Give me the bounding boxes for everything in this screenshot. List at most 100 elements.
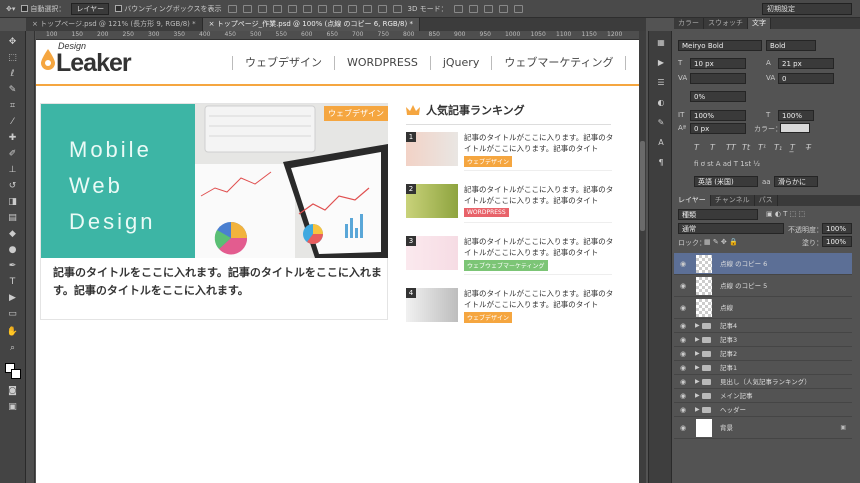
brush-panel-icon[interactable]: ✎ xyxy=(656,119,666,127)
nav-item-web-marketing[interactable]: ウェブマーケティング xyxy=(491,56,627,70)
ranking-tag[interactable]: ウェブデザイン xyxy=(464,312,513,323)
tsume-field[interactable]: 0% xyxy=(690,91,746,102)
align-right-icon[interactable] xyxy=(302,4,312,13)
layer-row[interactable]: ◉ ▶ 記事3 xyxy=(674,333,852,347)
horizontal-scale-field[interactable]: 100% xyxy=(778,110,814,121)
vertical-scale-field[interactable]: 100% xyxy=(690,110,746,121)
expand-triangle-icon[interactable]: ▶ xyxy=(695,403,700,417)
layer-select-dropdown[interactable]: レイヤー xyxy=(71,2,110,15)
tab-document-1[interactable]: × トップページ.psd @ 121% (長方形 9, RGB/8) * xyxy=(26,18,203,31)
expand-triangle-icon[interactable]: ▶ xyxy=(695,389,700,403)
layer-row[interactable]: ◉ 背景 ▣ xyxy=(674,417,852,439)
underline-icon[interactable]: T̲ xyxy=(790,143,795,152)
expand-triangle-icon[interactable]: ▶ xyxy=(695,347,700,361)
align-bottom-icon[interactable] xyxy=(257,4,267,13)
distribute-bottom-icon[interactable] xyxy=(347,4,357,13)
visibility-eye-icon[interactable]: ◉ xyxy=(680,319,686,333)
dodge-tool-icon[interactable]: ● xyxy=(6,245,19,256)
expand-triangle-icon[interactable]: ▶ xyxy=(695,319,700,333)
blur-tool-icon[interactable]: ◆ xyxy=(6,229,19,240)
faux-italic-icon[interactable]: T xyxy=(710,143,715,152)
expand-triangle-icon[interactable]: ▶ xyxy=(695,333,700,347)
ranking-tag[interactable]: ウェブウェブマーケティング xyxy=(464,260,548,271)
nav-item-web-design[interactable]: ウェブデザイン xyxy=(232,56,334,70)
all-caps-icon[interactable]: TT xyxy=(726,143,736,152)
background-color-swatch[interactable] xyxy=(11,369,21,379)
visibility-eye-icon[interactable]: ◉ xyxy=(680,275,686,297)
canvas-scrollbar[interactable] xyxy=(639,31,646,483)
subscript-icon[interactable]: T₁ xyxy=(774,143,782,152)
crop-tool-icon[interactable]: ⌗ xyxy=(6,101,19,112)
layer-row[interactable]: ◉ ▶ 記事4 xyxy=(674,319,852,333)
layer-row[interactable]: ◉ 点線 xyxy=(674,297,852,319)
layer-row[interactable]: ◉ ▶ 記事2 xyxy=(674,347,852,361)
ranking-tag[interactable]: WORDPRESS xyxy=(464,208,509,217)
quick-mask-icon[interactable]: ◙ xyxy=(6,386,19,397)
scrollbar-thumb[interactable] xyxy=(640,141,645,231)
slide-3d-icon[interactable] xyxy=(498,4,508,13)
tab-document-2[interactable]: × トップページ_作業.psd @ 100% (点線 のコピー 6, RGB/8… xyxy=(202,18,420,31)
zoom-tool-icon[interactable]: ⌕ xyxy=(6,343,19,354)
ranking-tag[interactable]: ウェブデザイン xyxy=(464,156,513,167)
type-tool-icon[interactable]: T xyxy=(6,277,19,288)
filter-icons[interactable]: ▣ ◐ T ⬚ ⬚ xyxy=(766,210,805,218)
ranking-item-4[interactable]: 4 記事のタイトルがここに入ります。記事のタイトルがここに入ります。記事のタイト… xyxy=(406,288,616,328)
gradient-tool-icon[interactable]: ▤ xyxy=(6,213,19,224)
nav-item-jquery[interactable]: jQuery xyxy=(429,56,492,70)
visibility-eye-icon[interactable]: ◉ xyxy=(680,347,686,361)
layer-row[interactable]: ◉ ▶ 見出し（人気記事ランキング） xyxy=(674,375,852,389)
move-tool-icon[interactable]: ✥▾ xyxy=(6,5,15,13)
shape-tool-icon[interactable]: ▭ xyxy=(6,309,19,320)
visibility-eye-icon[interactable]: ◉ xyxy=(680,417,686,439)
tab-paths[interactable]: パス xyxy=(755,195,778,206)
adjustments-panel-icon[interactable]: ◐ xyxy=(656,99,666,107)
tab-layers[interactable]: レイヤー xyxy=(674,195,711,206)
faux-bold-icon[interactable]: T xyxy=(694,143,699,152)
tab-channels[interactable]: チャンネル xyxy=(711,195,755,206)
character-panel-icon[interactable]: A xyxy=(656,139,666,147)
visibility-eye-icon[interactable]: ◉ xyxy=(680,389,686,403)
brush-tool-icon[interactable]: ✐ xyxy=(6,149,19,160)
bbox-checkbox[interactable]: バウンディングボックスを表示 xyxy=(115,4,222,14)
small-caps-icon[interactable]: Tt xyxy=(742,143,750,152)
featured-article[interactable]: Mobile Web Design ウェブデザイン 記事のタイトルをここに入れま… xyxy=(40,103,388,320)
ranking-item-2[interactable]: 2 記事のタイトルがここに入ります。記事のタイトルがここに入ります。記事のタイト… xyxy=(406,184,616,224)
ranking-item-3[interactable]: 3 記事のタイトルがここに入ります。記事のタイトルがここに入ります。記事のタイト… xyxy=(406,236,616,276)
align-top-icon[interactable] xyxy=(227,4,237,13)
roll-3d-icon[interactable] xyxy=(468,4,478,13)
align-middle-icon[interactable] xyxy=(242,4,252,13)
drag-3d-icon[interactable] xyxy=(483,4,493,13)
pen-tool-icon[interactable]: ✒ xyxy=(6,261,19,272)
distribute-right-icon[interactable] xyxy=(392,4,402,13)
leading-field[interactable]: 21 px xyxy=(778,58,834,69)
align-center-icon[interactable] xyxy=(287,4,297,13)
properties-panel-icon[interactable]: ☰ xyxy=(656,79,666,87)
category-badge[interactable]: ウェブデザイン xyxy=(324,106,388,121)
distribute-top-icon[interactable] xyxy=(317,4,327,13)
tab-character[interactable]: 文字 xyxy=(748,18,771,29)
visibility-eye-icon[interactable]: ◉ xyxy=(680,297,686,319)
kerning-field[interactable] xyxy=(690,73,746,84)
align-left-icon[interactable] xyxy=(272,4,282,13)
baseline-field[interactable]: 0 px xyxy=(690,123,746,134)
site-logo[interactable]: Design Leaker xyxy=(40,42,132,76)
visibility-eye-icon[interactable]: ◉ xyxy=(680,333,686,347)
scale-3d-icon[interactable] xyxy=(513,4,523,13)
text-color-swatch[interactable] xyxy=(780,123,810,133)
distribute-left-icon[interactable] xyxy=(362,4,372,13)
history-panel-icon[interactable]: ▦ xyxy=(656,39,666,47)
tracking-field[interactable]: 0 xyxy=(778,73,834,84)
rotate-3d-icon[interactable] xyxy=(453,4,463,13)
close-icon[interactable]: × xyxy=(209,20,217,28)
tab-color[interactable]: カラー xyxy=(674,18,704,29)
paragraph-panel-icon[interactable]: ¶ xyxy=(656,159,666,167)
opacity-field[interactable]: 100% xyxy=(822,223,852,234)
actions-panel-icon[interactable]: ▶ xyxy=(656,59,666,67)
hand-tool-icon[interactable]: ✋ xyxy=(6,327,19,338)
superscript-icon[interactable]: T¹ xyxy=(758,143,766,152)
antialias-dropdown[interactable]: 滑らかに xyxy=(774,176,818,187)
layer-row[interactable]: ◉ 点線 のコピー 6 xyxy=(674,253,852,275)
visibility-eye-icon[interactable]: ◉ xyxy=(680,253,686,275)
close-icon[interactable]: × xyxy=(32,20,40,28)
font-size-field[interactable]: 10 px xyxy=(690,58,746,69)
